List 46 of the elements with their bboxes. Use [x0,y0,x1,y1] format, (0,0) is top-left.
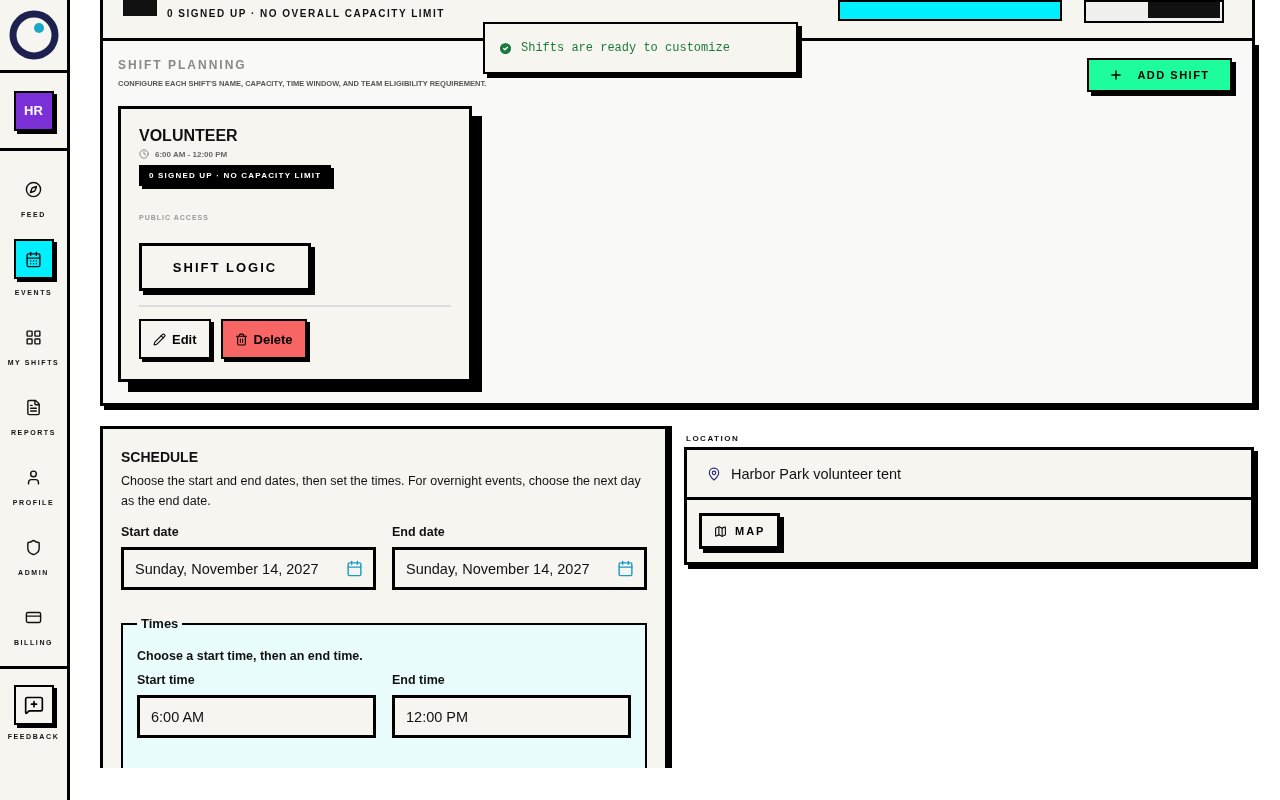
clock-icon [139,149,149,159]
date-field[interactable]: Sunday, November 14, 2027 [121,547,376,590]
calendar-icon [617,560,634,577]
trash-icon [234,332,248,346]
secondary-button[interactable] [1084,0,1224,23]
time-field[interactable]: 6:00 AM [137,695,376,738]
edit-button[interactable]: Edit [139,319,211,359]
logo-icon [8,10,59,60]
delete-button[interactable]: Delete [220,319,307,359]
field-label: End time [392,673,446,687]
grid-icon [25,328,42,346]
toast-message: Shifts are ready to customize [521,41,730,55]
section-description: Choose the start and end dates, then set the times. For overnight events, choose the next day as the end date. [121,473,642,510]
shield-icon [25,538,42,556]
calendar-icon [25,250,42,268]
nav-item[interactable] [13,239,54,279]
action-button[interactable] [838,0,1062,21]
feedback-icon [23,695,44,715]
section-title: SHIFT PLANNING [118,58,247,72]
document-icon [25,398,42,416]
pin-icon [707,466,721,481]
time-field[interactable]: 12:00 PM [392,695,631,738]
map-icon [714,524,727,538]
check-icon [498,40,513,56]
field-label: Start time [137,673,196,687]
shift-time: 6:00 AM - 12:00 PM [155,149,228,159]
calendar-icon [346,560,363,577]
status-block [123,0,157,16]
field-label: End date [392,525,446,539]
plus-icon [1109,68,1124,82]
location-text: Harbor Park volunteer tent [731,465,902,482]
shift-name: VOLUNTEER [139,127,239,145]
capacity-tag: 0 SIGNED UP · NO CAPACITY LIMIT [139,165,332,186]
section-title: SCHEDULE [121,449,199,465]
pencil-icon [153,332,166,346]
field-label: LOCATION [686,434,741,443]
feedback-button[interactable] [13,685,54,725]
date-field[interactable]: Sunday, November 14, 2027 [392,547,647,590]
status-block [1148,2,1220,18]
field-label: Start date [121,525,180,539]
capacity-summary: 0 SIGNED UP · NO OVERALL CAPACITY LIMIT [167,8,445,19]
compass-icon [25,180,42,198]
times-hint: Choose a start time, then an end time. [137,649,364,663]
user-icon [25,468,42,486]
org-badge[interactable]: HR [13,90,54,131]
group-legend: Times [137,616,183,631]
